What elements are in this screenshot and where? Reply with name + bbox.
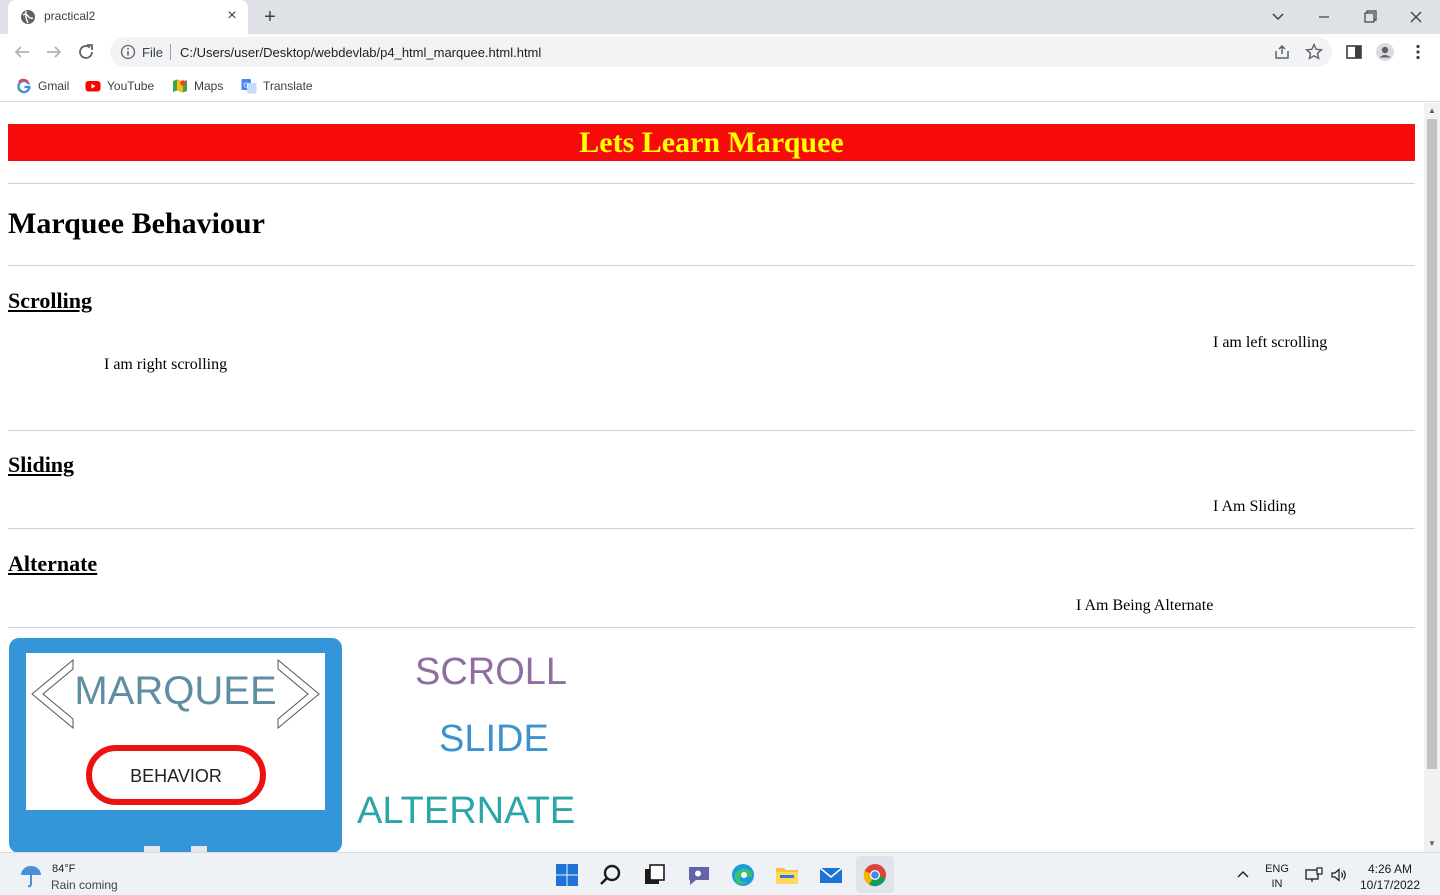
- search-icon[interactable]: [597, 861, 625, 889]
- divider: [8, 265, 1415, 266]
- volume-icon[interactable]: [1330, 867, 1348, 883]
- bookmark-label: YouTube: [107, 79, 155, 93]
- sliding-heading: Sliding: [8, 452, 75, 477]
- weather-description[interactable]: Rain coming: [51, 878, 118, 892]
- browser-toolbar: File C:/Users/user/Desktop/webdevlab/p4_…: [0, 34, 1440, 70]
- windows-start-icon[interactable]: [553, 861, 581, 889]
- clock-time[interactable]: 4:26 AM: [1355, 862, 1425, 876]
- url-text[interactable]: C:/Users/user/Desktop/webdevlab/p4_html_…: [180, 45, 541, 60]
- address-bar[interactable]: File C:/Users/user/Desktop/webdevlab/p4_…: [110, 37, 1332, 67]
- logo-badge-text: BEHAVIOR: [130, 766, 222, 786]
- alternate-marquee: I Am Being Alternate: [1076, 597, 1214, 614]
- bookmark-label: Translate: [263, 79, 313, 93]
- maps-icon: [173, 79, 187, 93]
- page-viewport: Lets Learn Marquee Marquee Behaviour Scr…: [0, 103, 1424, 852]
- logo-screen: MARQUEE BEHAVIOR: [26, 653, 325, 810]
- vertical-scrollbar[interactable]: ▲ ▼: [1424, 103, 1440, 852]
- windows-taskbar: 84°F Rain coming ENG IN 4:26 AM 10/17/20…: [0, 852, 1440, 895]
- forward-icon[interactable]: [42, 40, 66, 64]
- left-scrolling-marquee: I am left scrolling: [1213, 334, 1328, 351]
- close-tab-icon[interactable]: ×: [224, 8, 240, 24]
- scroll-up-arrow-icon[interactable]: ▲: [1428, 107, 1436, 115]
- page-banner: Lets Learn Marquee: [8, 124, 1415, 161]
- reload-icon[interactable]: [74, 40, 98, 64]
- minimize-icon[interactable]: [1309, 4, 1339, 30]
- profile-avatar-icon[interactable]: [1375, 42, 1395, 62]
- page-heading: Marquee Behaviour: [8, 207, 265, 240]
- banner-title: Lets Learn Marquee: [579, 126, 844, 159]
- chat-icon[interactable]: [685, 861, 713, 889]
- bookmark-star-icon[interactable]: [1304, 42, 1324, 62]
- file-explorer-icon[interactable]: [773, 861, 801, 889]
- edge-browser-icon[interactable]: [729, 861, 757, 889]
- chevron-up-icon[interactable]: [1235, 868, 1251, 880]
- marquee-logo-image: MARQUEE BEHAVIOR: [9, 638, 342, 852]
- chrome-browser-icon[interactable]: [861, 861, 889, 889]
- divider: [8, 183, 1415, 184]
- alternate-word: ALTERNATE: [357, 790, 576, 832]
- browser-tab[interactable]: practical2 ×: [8, 0, 248, 34]
- bookmark-gmail[interactable]: Gmail: [16, 76, 69, 96]
- globe-icon: [21, 10, 35, 24]
- tab-search-icon[interactable]: [1263, 4, 1293, 30]
- scroll-thumb[interactable]: [1427, 119, 1437, 769]
- youtube-icon: [85, 81, 101, 92]
- info-icon[interactable]: [120, 44, 136, 60]
- bookmark-label: Maps: [194, 79, 224, 93]
- side-panel-icon[interactable]: [1344, 42, 1364, 62]
- divider: [8, 430, 1415, 431]
- region-indicator[interactable]: IN: [1262, 878, 1292, 890]
- new-tab-button[interactable]: +: [258, 6, 282, 28]
- divider: [8, 627, 1415, 628]
- bookmarks-bar: Gmail YouTube Maps G Translate: [0, 70, 1440, 102]
- task-view-icon[interactable]: [641, 861, 669, 889]
- clock-date[interactable]: 10/17/2022: [1355, 878, 1425, 892]
- scroll-word: SCROLL: [415, 651, 568, 693]
- bookmark-label: Gmail: [38, 79, 70, 93]
- slide-word: SLIDE: [439, 718, 549, 760]
- omnibox-divider: [170, 44, 171, 60]
- tab-strip: practical2 × +: [0, 0, 1440, 34]
- menu-kebab-icon[interactable]: [1408, 42, 1428, 62]
- mail-icon[interactable]: [817, 861, 845, 889]
- logo-title: MARQUEE: [74, 669, 277, 713]
- language-indicator[interactable]: ENG: [1262, 863, 1292, 875]
- close-window-icon[interactable]: [1401, 4, 1431, 30]
- gmail-icon: [17, 78, 31, 94]
- scrolling-heading: Scrolling: [8, 288, 92, 313]
- back-icon[interactable]: [10, 40, 34, 64]
- right-scrolling-marquee: I am right scrolling: [104, 356, 228, 373]
- url-scheme-label: File: [142, 45, 163, 60]
- bookmark-translate[interactable]: G Translate: [241, 76, 313, 96]
- restore-icon[interactable]: [1355, 4, 1385, 30]
- divider: [8, 528, 1415, 529]
- share-icon[interactable]: [1272, 42, 1292, 62]
- bookmark-youtube[interactable]: YouTube: [85, 76, 154, 96]
- sliding-marquee: I Am Sliding: [1213, 498, 1296, 515]
- scroll-down-arrow-icon[interactable]: ▼: [1428, 840, 1436, 848]
- weather-umbrella-icon[interactable]: [18, 863, 44, 889]
- network-icon[interactable]: [1305, 867, 1323, 883]
- tab-title: practical2: [44, 9, 96, 23]
- svg-text:G: G: [243, 82, 248, 90]
- translate-icon: G: [241, 79, 257, 94]
- logo-pill: BEHAVIOR: [86, 745, 266, 805]
- weather-temperature[interactable]: 84°F: [52, 863, 75, 875]
- alternate-heading: Alternate: [8, 551, 98, 576]
- bookmark-maps[interactable]: Maps: [172, 76, 223, 96]
